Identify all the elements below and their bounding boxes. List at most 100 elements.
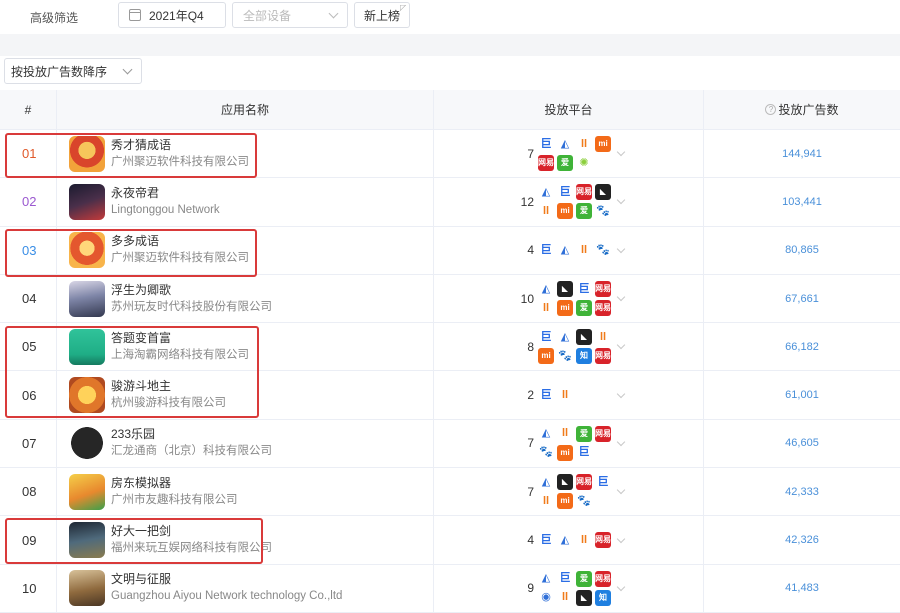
- app-name[interactable]: 浮生为卿歌: [111, 282, 272, 299]
- wangyi-icon: 网易: [595, 425, 611, 442]
- table-row[interactable]: 04 浮生为卿歌 苏州玩友时代科技股份有限公司 10 ◭ ◣ 巨网易 ll mi 爱网易 67,66…: [0, 274, 900, 324]
- rank-number: 03: [22, 242, 37, 258]
- app-cell[interactable]: 秀才猜成语 广州聚迈软件科技有限公司: [57, 130, 434, 178]
- table-row[interactable]: 05 答题变首富 上海淘霸网络科技有限公司 8 巨 ◭ ◣ ll mi 🐾 知网易 66,182: [0, 323, 900, 372]
- app-icon[interactable]: [69, 473, 105, 510]
- baidu-icon: 🐾: [538, 444, 554, 461]
- table-row[interactable]: 10 文明与征服 Guangzhou Aiyou Network technolog…: [0, 564, 900, 613]
- app-company: 福州来玩互娱网络科技有限公司: [111, 542, 272, 555]
- app-cell[interactable]: 文明与征服 Guangzhou Aiyou Network technology …: [57, 564, 434, 612]
- app-cell[interactable]: 多多成语 广州聚迈软件科技有限公司: [57, 226, 434, 274]
- help-icon[interactable]: ?: [765, 104, 777, 115]
- app-icon[interactable]: [69, 328, 105, 365]
- app-name[interactable]: 好大一把剑: [111, 523, 272, 540]
- expand-platforms-icon[interactable]: [616, 147, 626, 157]
- table-row[interactable]: 06 骏游斗地主 杭州骏游科技有限公司 2 巨 ll 61,001: [0, 371, 900, 420]
- app-name[interactable]: 永夜帝君: [111, 185, 220, 202]
- rank-cell: 06: [0, 371, 57, 419]
- app-icon[interactable]: [69, 135, 105, 172]
- zhihu-icon: 知: [595, 589, 611, 606]
- sort-select[interactable]: 按投放广告数降序: [4, 58, 142, 84]
- kuaishou-icon: ll: [538, 203, 554, 220]
- xiaomi-icon: mi: [557, 444, 573, 461]
- rank-cell: 03: [0, 226, 57, 274]
- kuaishou-icon: ll: [576, 532, 592, 549]
- app-cell[interactable]: 浮生为卿歌 苏州玩友时代科技股份有限公司: [57, 274, 434, 323]
- expand-platforms-icon[interactable]: [616, 534, 626, 543]
- app-cell[interactable]: 233乐园 汇龙通商（北京）科技有限公司: [57, 419, 434, 468]
- app-cell[interactable]: 房东模拟器 广州市友趣科技有限公司: [57, 468, 434, 516]
- ad-count[interactable]: 103,441: [704, 178, 900, 225]
- app-name[interactable]: 房东模拟器: [111, 475, 238, 492]
- col-ad-count[interactable]: ? 投放广告数: [704, 90, 900, 129]
- app-cell[interactable]: 骏游斗地主杭州骏游科技有限公司: [57, 371, 434, 419]
- ad-count[interactable]: 42,326: [704, 516, 900, 563]
- app-name[interactable]: 233乐园: [111, 426, 272, 443]
- sun-icon: ✺: [576, 155, 592, 172]
- app-cell[interactable]: 好大一把剑福州来玩互娱网络科技有限公司: [57, 516, 434, 564]
- wangyi-icon: 网易: [576, 474, 592, 491]
- app-name[interactable]: 秀才猜成语: [111, 137, 249, 154]
- vivo-icon: ◣: [576, 329, 592, 346]
- ad-count[interactable]: 41,483: [704, 565, 900, 612]
- app-name[interactable]: 多多成语: [111, 233, 249, 250]
- expand-platforms-icon[interactable]: [616, 244, 626, 253]
- expand-platforms-icon[interactable]: [616, 437, 626, 447]
- platform-cell: 9 ◭ 巨爱网易 ◉ ll ◣ 知: [434, 564, 704, 612]
- xiaomi-icon: mi: [557, 300, 573, 317]
- expand-platforms-icon[interactable]: [616, 196, 626, 205]
- app-icon[interactable]: [69, 232, 105, 269]
- app-name[interactable]: 答题变首富: [111, 330, 249, 347]
- table-row[interactable]: 07 233乐园 汇龙通商（北京）科技有限公司 7 ◭ ll 爱网易 🐾 mi 巨 46,605: [0, 419, 900, 469]
- baidu-ad-icon: ◭: [557, 242, 573, 259]
- table-row[interactable]: 02 永夜帝君 Lingtonggou Network 12 ◭ 巨网易 ◣ ll mi 爱 🐾 10…: [0, 178, 900, 227]
- app-icon[interactable]: [69, 522, 105, 559]
- ad-count[interactable]: 46,605: [704, 420, 900, 467]
- app-cell[interactable]: 答题变首富 上海淘霸网络科技有限公司: [57, 323, 434, 371]
- app-name[interactable]: 骏游斗地主: [111, 378, 226, 395]
- filter-bar: 高级筛选 2021年Q4 全部设备 新上榜 ◸: [0, 0, 900, 34]
- kuaishou-icon: ll: [538, 493, 554, 510]
- platform-count: 9: [527, 581, 534, 596]
- app-icon[interactable]: [69, 425, 105, 462]
- kuaishou-icon: ll: [557, 387, 573, 404]
- ad-count[interactable]: 42,333: [704, 468, 900, 515]
- table-row[interactable]: 01 秀才猜成语 广州聚迈软件科技有限公司 7 巨 ◭ ll mi 网易爱 ✺ 144,941: [0, 130, 900, 179]
- device-select[interactable]: 全部设备: [232, 2, 348, 28]
- app-icon[interactable]: [69, 183, 105, 220]
- expand-platforms-icon[interactable]: [616, 582, 626, 592]
- ad-count[interactable]: 67,661: [704, 275, 900, 322]
- expand-platforms-icon[interactable]: [616, 389, 626, 398]
- app-name[interactable]: 文明与征服: [111, 571, 342, 588]
- new-on-list-button[interactable]: 新上榜 ◸: [354, 2, 410, 28]
- app-icon[interactable]: [69, 570, 105, 607]
- baidu-icon: 🐾: [576, 493, 592, 510]
- date-picker[interactable]: 2021年Q4: [118, 2, 226, 28]
- kuaishou-icon: ll: [576, 242, 592, 259]
- rank-cell: 04: [0, 274, 57, 323]
- ad-count[interactable]: 144,941: [704, 130, 900, 177]
- expand-platforms-icon[interactable]: [616, 485, 626, 495]
- ad-count[interactable]: 61,001: [704, 371, 900, 418]
- tencent-icon: ◉: [538, 589, 554, 606]
- ad-count[interactable]: 66,182: [704, 323, 900, 370]
- rank-number: 09: [22, 532, 37, 548]
- baidu-ad-icon: ◭: [538, 184, 554, 201]
- app-company: 杭州骏游科技有限公司: [111, 397, 226, 410]
- ad-count[interactable]: 80,865: [704, 227, 900, 274]
- rank-cell: 08: [0, 468, 57, 516]
- app-icon[interactable]: [69, 280, 105, 317]
- check-corner-icon: ◸: [400, 3, 407, 12]
- expand-platforms-icon[interactable]: [616, 292, 626, 302]
- ad-count-cell: 42,326: [704, 516, 900, 563]
- expand-platforms-icon[interactable]: [616, 341, 626, 350]
- juliang-icon: 巨: [538, 532, 554, 549]
- platform-count: 7: [527, 436, 534, 451]
- table-row[interactable]: 08 房东模拟器 广州市友趣科技有限公司 7 ◭ ◣ 网易巨 ll mi 🐾 42,333: [0, 468, 900, 517]
- table-row[interactable]: 03 多多成语 广州聚迈软件科技有限公司 4 巨 ◭ ll 🐾 80,865: [0, 226, 900, 275]
- table-row[interactable]: 09 好大一把剑 福州来玩互娱网络科技有限公司 4 巨 ◭ ll 网易 42,326: [0, 516, 900, 565]
- chevron-down-icon: [122, 64, 133, 74]
- app-icon[interactable]: [69, 377, 105, 414]
- ad-count-cell: 42,333: [704, 468, 900, 515]
- app-cell[interactable]: 永夜帝君 Lingtonggou Network: [57, 178, 434, 226]
